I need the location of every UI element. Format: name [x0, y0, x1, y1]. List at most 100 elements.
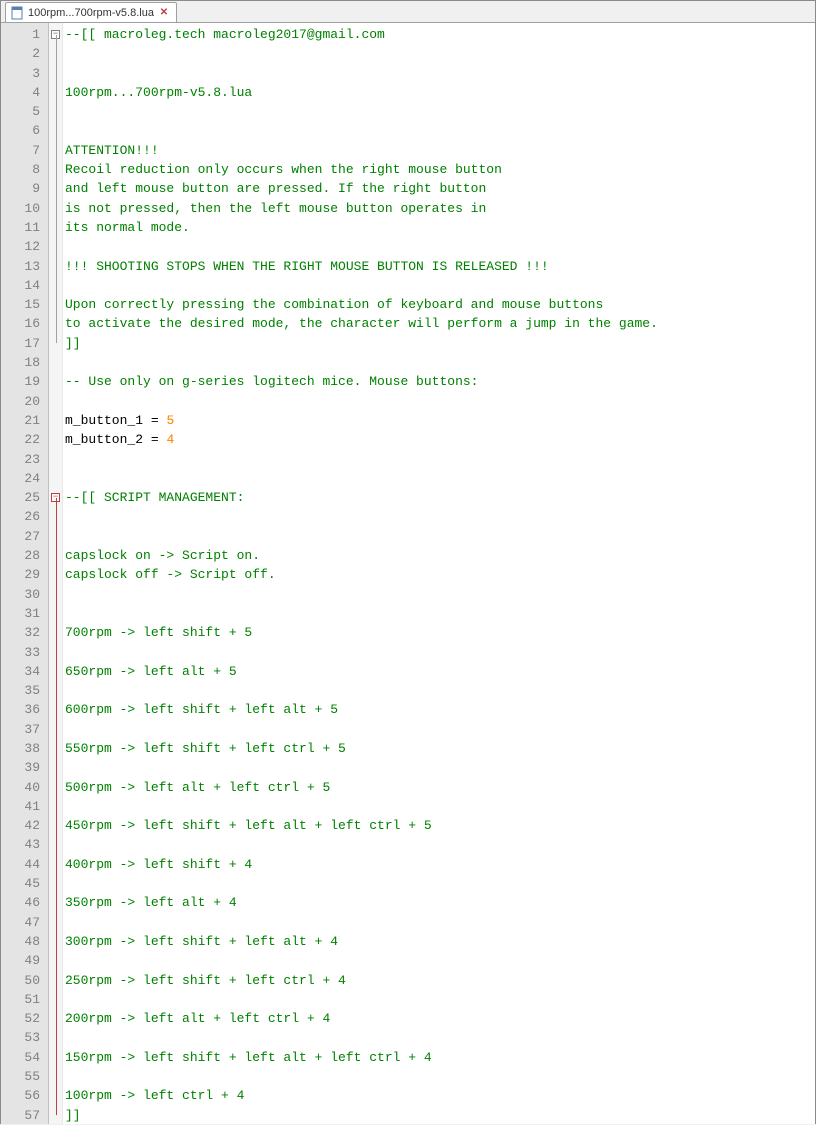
- code-line[interactable]: m_button_2 = 4: [65, 430, 815, 449]
- code-line[interactable]: [65, 758, 815, 777]
- code-line[interactable]: 600rpm -> left shift + left alt + 5: [65, 700, 815, 719]
- code-line[interactable]: [65, 720, 815, 739]
- fold-cell: [49, 44, 62, 63]
- line-number: 18: [1, 353, 40, 372]
- line-number: 6: [1, 121, 40, 140]
- line-number: 48: [1, 932, 40, 951]
- code-line[interactable]: ]]: [65, 1106, 815, 1124]
- code-token: 250rpm -> left shift + left ctrl + 4: [65, 973, 346, 988]
- code-line[interactable]: [65, 681, 815, 700]
- line-number: 32: [1, 623, 40, 642]
- code-token: =: [151, 432, 167, 447]
- code-line[interactable]: [65, 102, 815, 121]
- code-line[interactable]: 200rpm -> left alt + left ctrl + 4: [65, 1009, 815, 1028]
- code-line[interactable]: [65, 392, 815, 411]
- code-line[interactable]: m_button_1 = 5: [65, 411, 815, 430]
- code-token: 5: [166, 413, 174, 428]
- file-tab[interactable]: 100rpm...700rpm-v5.8.lua ✕: [5, 2, 177, 22]
- fold-cell: [49, 623, 62, 642]
- code-line[interactable]: [65, 604, 815, 623]
- code-token: 550rpm -> left shift + left ctrl + 5: [65, 741, 346, 756]
- code-line[interactable]: 650rpm -> left alt + 5: [65, 662, 815, 681]
- close-icon[interactable]: ✕: [158, 7, 170, 19]
- code-line[interactable]: --[[ SCRIPT MANAGEMENT:: [65, 488, 815, 507]
- fold-cell: [49, 643, 62, 662]
- code-line[interactable]: [65, 450, 815, 469]
- fold-cell: [49, 141, 62, 160]
- code-line[interactable]: 550rpm -> left shift + left ctrl + 5: [65, 739, 815, 758]
- fold-cell: [49, 334, 62, 353]
- code-line[interactable]: [65, 874, 815, 893]
- line-number: 4: [1, 83, 40, 102]
- line-number: 54: [1, 1048, 40, 1067]
- line-number: 56: [1, 1086, 40, 1105]
- code-line[interactable]: [65, 1067, 815, 1086]
- code-line[interactable]: !!! SHOOTING STOPS WHEN THE RIGHT MOUSE …: [65, 257, 815, 276]
- fold-cell: [49, 276, 62, 295]
- fold-cell: [49, 700, 62, 719]
- line-number: 50: [1, 971, 40, 990]
- code-line[interactable]: Upon correctly pressing the combination …: [65, 295, 815, 314]
- code-line[interactable]: [65, 64, 815, 83]
- code-line[interactable]: 500rpm -> left alt + left ctrl + 5: [65, 778, 815, 797]
- code-line[interactable]: capslock off -> Script off.: [65, 565, 815, 584]
- code-area[interactable]: --[[ macroleg.tech macroleg2017@gmail.co…: [63, 23, 815, 1124]
- code-token: its normal mode.: [65, 220, 190, 235]
- code-token: --[[ SCRIPT MANAGEMENT:: [65, 490, 244, 505]
- fold-column: −−: [49, 23, 63, 1124]
- code-line[interactable]: capslock on -> Script on.: [65, 546, 815, 565]
- line-number: 17: [1, 334, 40, 353]
- fold-cell: [49, 83, 62, 102]
- fold-cell: [49, 1106, 62, 1125]
- code-line[interactable]: 100rpm -> left ctrl + 4: [65, 1086, 815, 1105]
- code-line[interactable]: 400rpm -> left shift + 4: [65, 855, 815, 874]
- code-line[interactable]: ]]: [65, 334, 815, 353]
- code-line[interactable]: 150rpm -> left shift + left alt + left c…: [65, 1048, 815, 1067]
- code-line[interactable]: is not pressed, then the left mouse butt…: [65, 199, 815, 218]
- code-line[interactable]: [65, 913, 815, 932]
- code-token: 700rpm -> left shift + 5: [65, 625, 252, 640]
- code-line[interactable]: 250rpm -> left shift + left ctrl + 4: [65, 971, 815, 990]
- code-line[interactable]: [65, 951, 815, 970]
- code-line[interactable]: [65, 585, 815, 604]
- code-line[interactable]: [65, 507, 815, 526]
- code-line[interactable]: 450rpm -> left shift + left alt + left c…: [65, 816, 815, 835]
- line-number: 3: [1, 64, 40, 83]
- code-line[interactable]: [65, 527, 815, 546]
- code-line[interactable]: ATTENTION!!!: [65, 141, 815, 160]
- line-number: 23: [1, 450, 40, 469]
- code-line[interactable]: -- Use only on g-series logitech mice. M…: [65, 372, 815, 391]
- code-line[interactable]: [65, 353, 815, 372]
- fold-cell: [49, 527, 62, 546]
- fold-cell: [49, 179, 62, 198]
- code-line[interactable]: and left mouse button are pressed. If th…: [65, 179, 815, 198]
- code-line[interactable]: its normal mode.: [65, 218, 815, 237]
- code-line[interactable]: [65, 44, 815, 63]
- code-line[interactable]: [65, 643, 815, 662]
- code-line[interactable]: [65, 237, 815, 256]
- line-number: 16: [1, 314, 40, 333]
- code-line[interactable]: [65, 276, 815, 295]
- code-line[interactable]: 100rpm...700rpm-v5.8.lua: [65, 83, 815, 102]
- fold-cell: [49, 218, 62, 237]
- fold-cell: [49, 816, 62, 835]
- line-number: 11: [1, 218, 40, 237]
- fold-cell: [49, 778, 62, 797]
- code-line[interactable]: [65, 1028, 815, 1047]
- code-token: 500rpm -> left alt + left ctrl + 5: [65, 780, 330, 795]
- code-line[interactable]: [65, 990, 815, 1009]
- code-line[interactable]: 350rpm -> left alt + 4: [65, 893, 815, 912]
- code-line[interactable]: 700rpm -> left shift + 5: [65, 623, 815, 642]
- code-token: Upon correctly pressing the combination …: [65, 297, 603, 312]
- code-line[interactable]: Recoil reduction only occurs when the ri…: [65, 160, 815, 179]
- code-line[interactable]: to activate the desired mode, the charac…: [65, 314, 815, 333]
- code-line[interactable]: [65, 469, 815, 488]
- code-line[interactable]: 300rpm -> left shift + left alt + 4: [65, 932, 815, 951]
- fold-cell: [49, 932, 62, 951]
- code-line[interactable]: [65, 121, 815, 140]
- fold-cell: [49, 257, 62, 276]
- code-line[interactable]: [65, 797, 815, 816]
- code-line[interactable]: [65, 835, 815, 854]
- code-line[interactable]: --[[ macroleg.tech macroleg2017@gmail.co…: [65, 25, 815, 44]
- code-token: 200rpm -> left alt + left ctrl + 4: [65, 1011, 330, 1026]
